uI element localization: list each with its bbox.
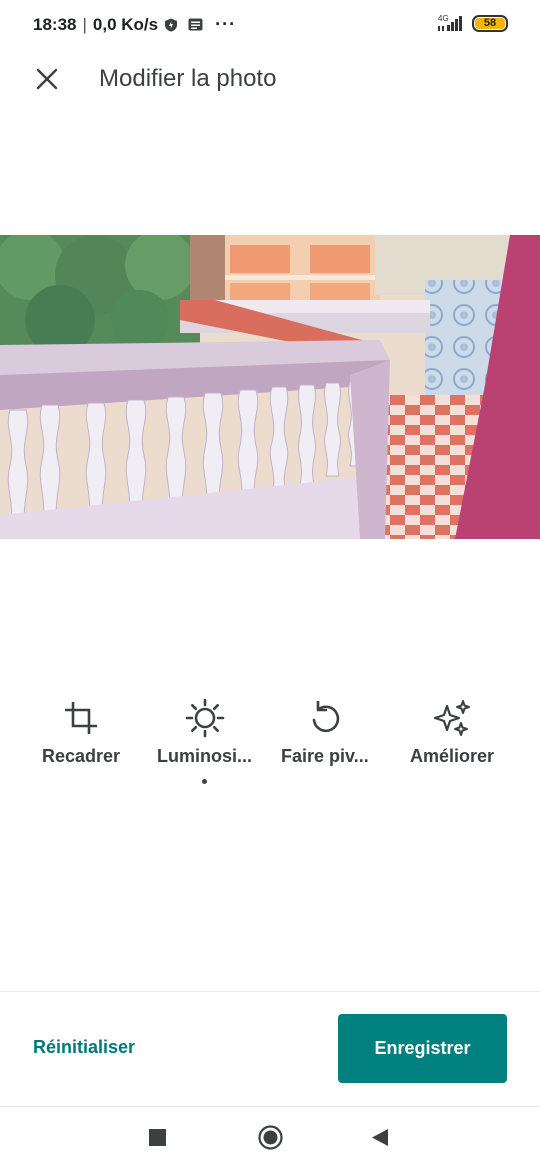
tool-enhance[interactable]: Améliorer bbox=[410, 698, 494, 767]
status-net-speed: 0,0 Ko/s bbox=[92, 14, 159, 34]
crop-icon bbox=[65, 702, 98, 734]
battery-icon: 58 bbox=[472, 14, 508, 32]
status-left: 18:38 | 0,0 Ko/s ··· bbox=[33, 14, 236, 35]
tool-enhance-label: Améliorer bbox=[410, 746, 495, 766]
status-right: 4G 58 bbox=[436, 14, 508, 32]
page-title: Modifier la photo bbox=[99, 65, 277, 92]
recent-apps-button[interactable] bbox=[149, 1129, 166, 1146]
photo-image bbox=[0, 235, 540, 539]
shield-icon bbox=[165, 18, 178, 31]
tool-brightness[interactable]: Luminosi... bbox=[157, 698, 252, 784]
close-icon bbox=[36, 68, 58, 90]
status-separator: | bbox=[82, 14, 87, 34]
reset-button[interactable]: Réinitialiser bbox=[33, 1037, 135, 1058]
active-indicator bbox=[202, 779, 207, 784]
battery-level: 58 bbox=[475, 17, 505, 29]
status-time: 18:38 bbox=[33, 14, 77, 34]
more-notifications-icon: ··· bbox=[215, 14, 237, 34]
tool-brightness-label: Luminosi... bbox=[157, 746, 253, 766]
tool-crop[interactable]: Recadrer bbox=[42, 698, 120, 767]
photo-preview bbox=[0, 235, 540, 539]
actions-divider bbox=[0, 991, 540, 992]
save-button[interactable]: Enregistrer bbox=[338, 1014, 507, 1083]
nav-divider bbox=[0, 1106, 540, 1107]
rotate-icon bbox=[312, 701, 340, 733]
brightness-icon bbox=[185, 698, 224, 738]
close-button[interactable] bbox=[30, 62, 64, 96]
tool-rotate-label: Faire piv... bbox=[281, 746, 369, 766]
app-bar: Modifier la photo bbox=[0, 50, 540, 108]
home-button[interactable] bbox=[258, 1125, 283, 1150]
status-bar: 18:38 | 0,0 Ko/s ··· 4G 58 bbox=[0, 0, 540, 50]
tool-crop-label: Recadrer bbox=[42, 746, 121, 766]
network-type: 4G bbox=[438, 14, 449, 23]
signal-icon: 4G bbox=[438, 14, 462, 31]
message-icon bbox=[188, 18, 203, 31]
back-button[interactable] bbox=[371, 1128, 389, 1147]
tool-rotate[interactable]: Faire piv... bbox=[281, 698, 369, 767]
sparkles-icon bbox=[433, 700, 471, 736]
